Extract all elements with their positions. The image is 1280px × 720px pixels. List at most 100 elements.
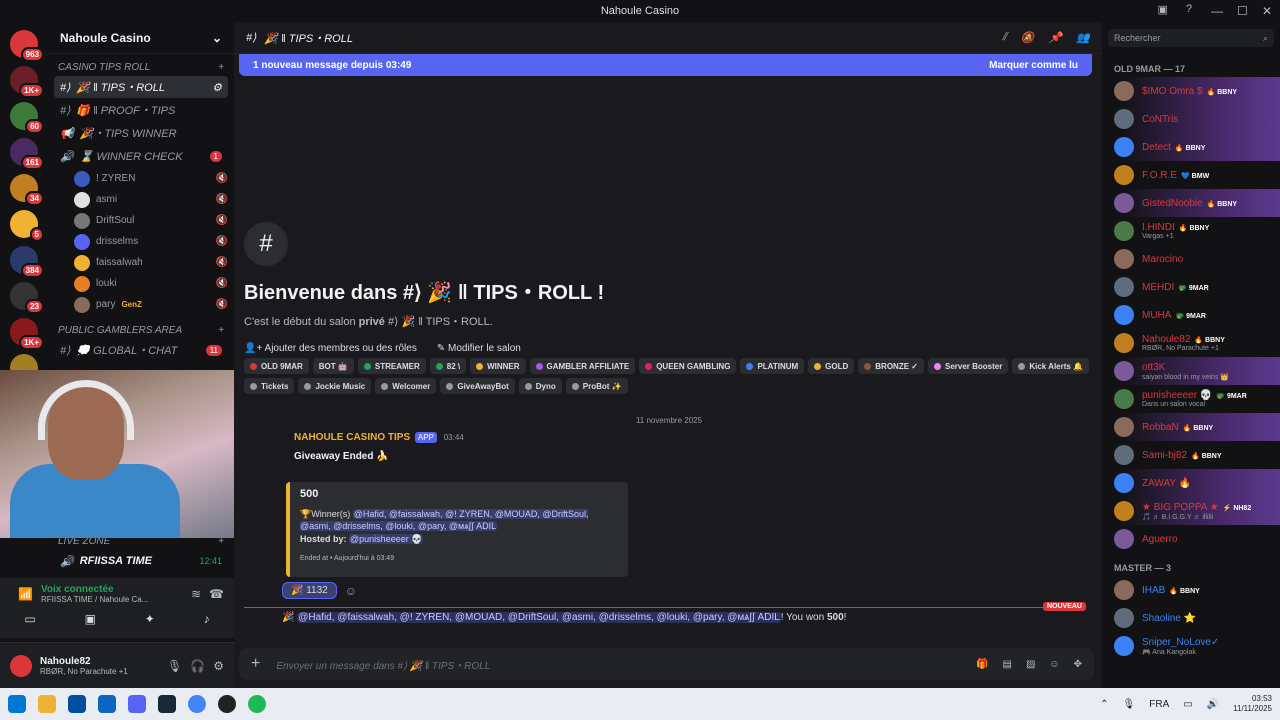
disconnect-icon[interactable]: ☎ <box>209 587 224 601</box>
role-pill[interactable]: 82 \ <box>429 358 467 374</box>
member-item[interactable]: MUHA 🐲 9MAR <box>1102 301 1280 329</box>
voice-user[interactable]: DriftSoul 🔇 <box>74 210 228 231</box>
home-discord-icon[interactable]: 963 <box>10 30 44 62</box>
attach-plus-icon[interactable]: + <box>251 655 260 673</box>
obs-icon[interactable] <box>218 695 236 713</box>
channel-tips-roll[interactable]: #⟩ 🎉 ‖ TIPS・ROLL ⚙ <box>54 76 228 98</box>
member-list-icon[interactable]: 👥 <box>1076 31 1090 44</box>
maximize-button[interactable]: ☐ <box>1237 4 1248 18</box>
emoji-icon[interactable]: ☺ <box>1049 659 1059 670</box>
gif-icon[interactable]: ▤ <box>1002 659 1011 670</box>
win-mentions[interactable]: @Hafid, @faissalwah, @! ZYREN, @MOUAD, @… <box>297 612 781 623</box>
role-pill[interactable]: BRONZE ✓ <box>858 358 924 374</box>
discord-icon[interactable] <box>128 695 146 713</box>
role-pill[interactable]: Server Booster <box>927 358 1009 374</box>
windows-start-icon[interactable] <box>8 695 26 713</box>
message-input[interactable]: Envoyer un message dans #⟩ 🎉 ‖ TIPS・ROLL <box>276 657 490 672</box>
role-pill[interactable]: Dyno <box>518 378 562 394</box>
minimize-button[interactable]: — <box>1211 4 1223 18</box>
add-channel-icon[interactable]: + <box>218 62 224 73</box>
inbox-icon[interactable]: ▣ <box>1157 3 1167 16</box>
reaction-party[interactable]: 🎉 1132 <box>282 582 337 599</box>
member-item[interactable]: Shaoline ⭐ <box>1102 604 1280 632</box>
guild-header[interactable]: Nahoule Casino ⌄ <box>48 22 234 54</box>
role-pill[interactable]: GAMBLER AFFILIATE <box>529 358 636 374</box>
new-messages-bar[interactable]: 1 nouveau message depuis 03:49 Marquer c… <box>239 54 1092 76</box>
microphone-icon[interactable]: 🎙 <box>167 659 182 673</box>
member-item[interactable]: Nahoule82 🔥 BBNY RBØR, No Parachute +1 <box>1102 329 1280 357</box>
activities-icon[interactable]: ✦ <box>145 612 155 626</box>
pin-icon[interactable]: 📌 <box>1049 31 1063 44</box>
message-author[interactable]: NAHOULE CASINO TIPS <box>294 432 410 443</box>
server-icon[interactable]: 1K+ <box>10 318 44 350</box>
host-mention[interactable]: @punisheeeer 💀 <box>349 534 424 544</box>
channel-global-chat[interactable]: #⟩ 💭 GLOBAL・CHAT 11 <box>54 339 228 361</box>
clock[interactable]: 03:53 11/11/2025 <box>1233 694 1272 714</box>
language-indicator[interactable]: FRA <box>1149 699 1169 710</box>
role-pill[interactable]: PLATINUM <box>740 358 805 374</box>
member-item[interactable]: MEHDI 🐲 9MAR <box>1102 273 1280 301</box>
close-button[interactable]: ✕ <box>1262 4 1272 18</box>
apps-icon[interactable]: ✥ <box>1074 659 1082 670</box>
chevron-up-icon[interactable]: ⌃ <box>1100 699 1108 710</box>
role-pill[interactable]: GiveAwayBot <box>440 378 515 394</box>
calculator-icon[interactable] <box>68 695 86 713</box>
network-icon[interactable]: ▭ <box>1183 699 1192 710</box>
help-icon[interactable]: ? <box>1186 3 1192 16</box>
voice-user[interactable]: pary GenZ 🔇 <box>74 294 228 315</box>
member-item[interactable]: I.HINDI 🔥 BBNY Vargas +1 <box>1102 217 1280 245</box>
voice-user[interactable]: ! ZYREN 🔇 <box>74 168 228 189</box>
mark-read-button[interactable]: Marquer comme lu <box>989 60 1078 71</box>
soundboard-icon[interactable]: ♪ <box>204 612 210 626</box>
voice-user[interactable]: faissalwah 🔇 <box>74 252 228 273</box>
role-pill[interactable]: WINNER <box>470 358 526 374</box>
category-tips[interactable]: CASINO TIPS ROLL + <box>48 54 234 75</box>
role-pill[interactable]: Jockie Music <box>298 378 372 394</box>
role-pill[interactable]: Kick Alerts 🔔 <box>1012 358 1090 374</box>
chrome-icon[interactable] <box>188 695 206 713</box>
member-item[interactable]: $IMO Omra $ 🔥 BBNY <box>1102 77 1280 105</box>
category-public[interactable]: PUBLIC GAMBLERS AREA + <box>48 315 234 338</box>
member-item[interactable]: F.O.R.E 💙 BMW <box>1102 161 1280 189</box>
role-pill[interactable]: QUEEN GAMBLING <box>639 358 737 374</box>
camera-icon[interactable]: ▭ <box>24 612 35 626</box>
member-item[interactable]: RobbaN 🔥 BBNY <box>1102 413 1280 441</box>
file-explorer-icon[interactable] <box>38 695 56 713</box>
settings-icon[interactable]: ⚙ <box>213 659 224 673</box>
outlook-icon[interactable] <box>98 695 116 713</box>
mute-icon[interactable]: 🔕 <box>1021 31 1035 44</box>
role-pill[interactable]: Welcomer <box>375 378 437 394</box>
member-item[interactable]: Sniper_NoLove✓ 🎮 Ana Kangolak <box>1102 632 1280 660</box>
microphone-icon[interactable]: 🎙 <box>1123 699 1136 710</box>
role-pill[interactable]: STREAMER <box>357 358 426 374</box>
member-item[interactable]: CoNTris <box>1102 105 1280 133</box>
member-item[interactable]: GistedNoobie 🔥 BBNY <box>1102 189 1280 217</box>
member-item[interactable]: IHAB 🔥 BBNY <box>1102 576 1280 604</box>
add-channel-icon[interactable]: + <box>218 325 224 336</box>
search-input[interactable]: Rechercher ⌕ <box>1108 29 1274 47</box>
member-item[interactable]: Detect 🔥 BBNY <box>1102 133 1280 161</box>
server-icon[interactable]: 34 <box>10 174 44 206</box>
channel-winner-check[interactable]: 🔊 ⌛ WINNER CHECK 1 <box>54 145 228 167</box>
channel-live[interactable]: 🔊 RFIISSA TIME 12:41 <box>54 550 228 572</box>
server-icon[interactable]: 384 <box>10 246 44 278</box>
member-item[interactable]: punisheeeer 💀 🐲 9MAR Dans un salon vocal <box>1102 385 1280 413</box>
headphones-icon[interactable]: 🎧 <box>190 659 205 673</box>
sticker-icon[interactable]: ▨ <box>1026 659 1035 670</box>
add-reaction-icon[interactable]: ☺ <box>345 584 357 598</box>
screen-share-icon[interactable]: ▣ <box>85 612 96 626</box>
spotify-icon[interactable] <box>248 695 266 713</box>
voice-user[interactable]: louki 🔇 <box>74 273 228 294</box>
message-composer[interactable]: + Envoyer un message dans #⟩ 🎉 ‖ TIPS・RO… <box>239 648 1094 680</box>
steam-icon[interactable] <box>158 695 176 713</box>
server-icon[interactable]: 1K+ <box>10 66 44 98</box>
settings-icon[interactable]: ⚙ <box>212 81 222 94</box>
server-icon[interactable]: 161 <box>10 138 44 170</box>
volume-icon[interactable]: 🔊 <box>1207 699 1219 710</box>
member-item[interactable]: Sami-bj82 🔥 BBNY <box>1102 441 1280 469</box>
channel-tips-winner[interactable]: 📢 🎉・TIPS WINNER <box>54 122 228 144</box>
role-pill[interactable]: BOT 🤖 <box>312 358 354 374</box>
member-item[interactable]: Marocino <box>1102 245 1280 273</box>
role-pill[interactable]: OLD 9MAR <box>244 358 309 374</box>
role-pill[interactable]: GOLD <box>808 358 855 374</box>
